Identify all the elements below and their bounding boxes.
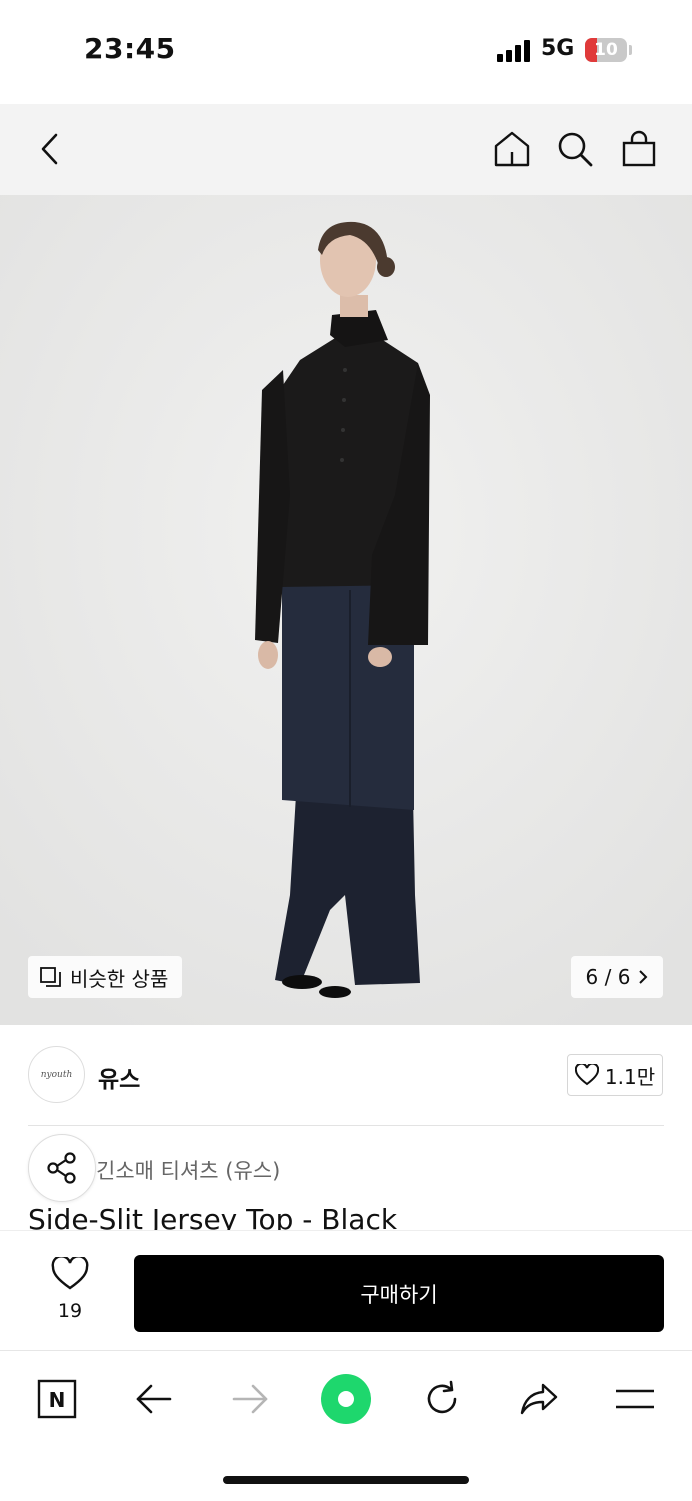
buy-button[interactable]: 구매하기 — [134, 1255, 664, 1332]
search-icon[interactable] — [555, 129, 595, 169]
battery-icon: 10 — [585, 38, 627, 62]
heart-icon — [574, 1064, 599, 1086]
top-nav-bar — [0, 104, 692, 195]
battery-tip — [629, 45, 632, 55]
menu-icon[interactable] — [607, 1371, 663, 1427]
brand-name[interactable]: 유스 — [98, 1060, 140, 1094]
brand-logo-text: nyouth — [40, 1069, 73, 1080]
naver-n-letter: N — [49, 1388, 66, 1412]
network-type: 5G — [541, 36, 575, 61]
home-indicator — [223, 1476, 469, 1484]
similar-products-label: 비슷한 상품 — [70, 966, 169, 991]
similar-items-icon — [40, 967, 61, 987]
status-bar: 23:45 5G 10 — [0, 0, 692, 104]
product-category[interactable]: 긴소매 티셔츠 (유스) — [96, 1155, 280, 1185]
similar-products-button[interactable]: 비슷한 상품 — [28, 956, 183, 998]
back-arrow-icon[interactable] — [30, 129, 70, 169]
wishlist-count: 19 — [57, 1300, 83, 1322]
wishlist-button[interactable] — [48, 1255, 92, 1295]
battery-level: 10 — [594, 40, 618, 60]
share-icon[interactable] — [511, 1371, 567, 1427]
back-icon[interactable] — [126, 1371, 182, 1427]
status-time: 23:45 — [84, 32, 176, 65]
home-icon[interactable] — [492, 129, 532, 169]
share-nodes-icon — [47, 1152, 76, 1184]
brand-row: nyouth 유스 1.1만 — [0, 1025, 692, 1125]
brand-like-count: 1.1만 — [604, 1064, 656, 1089]
brand-logo[interactable]: nyouth — [28, 1046, 85, 1103]
purchase-bar: 19 구매하기 — [0, 1230, 692, 1351]
share-button[interactable] — [28, 1134, 96, 1202]
brand-like-button[interactable]: 1.1만 — [567, 1054, 663, 1096]
product-image[interactable]: 비슷한 상품 6 / 6 — [0, 195, 692, 1025]
green-dot-icon[interactable] — [318, 1371, 374, 1427]
shopping-bag-icon[interactable] — [619, 129, 659, 169]
reload-icon[interactable] — [414, 1371, 470, 1427]
forward-icon[interactable] — [222, 1371, 278, 1427]
signal-icon — [497, 40, 533, 62]
heart-icon — [51, 1255, 89, 1290]
chevron-right-icon — [639, 970, 648, 984]
model-photo — [0, 195, 692, 1025]
divider — [28, 1125, 664, 1126]
page-indicator-text: 6 / 6 — [585, 965, 631, 989]
naver-n-icon[interactable]: N — [29, 1371, 85, 1427]
image-page-indicator[interactable]: 6 / 6 — [571, 956, 663, 998]
